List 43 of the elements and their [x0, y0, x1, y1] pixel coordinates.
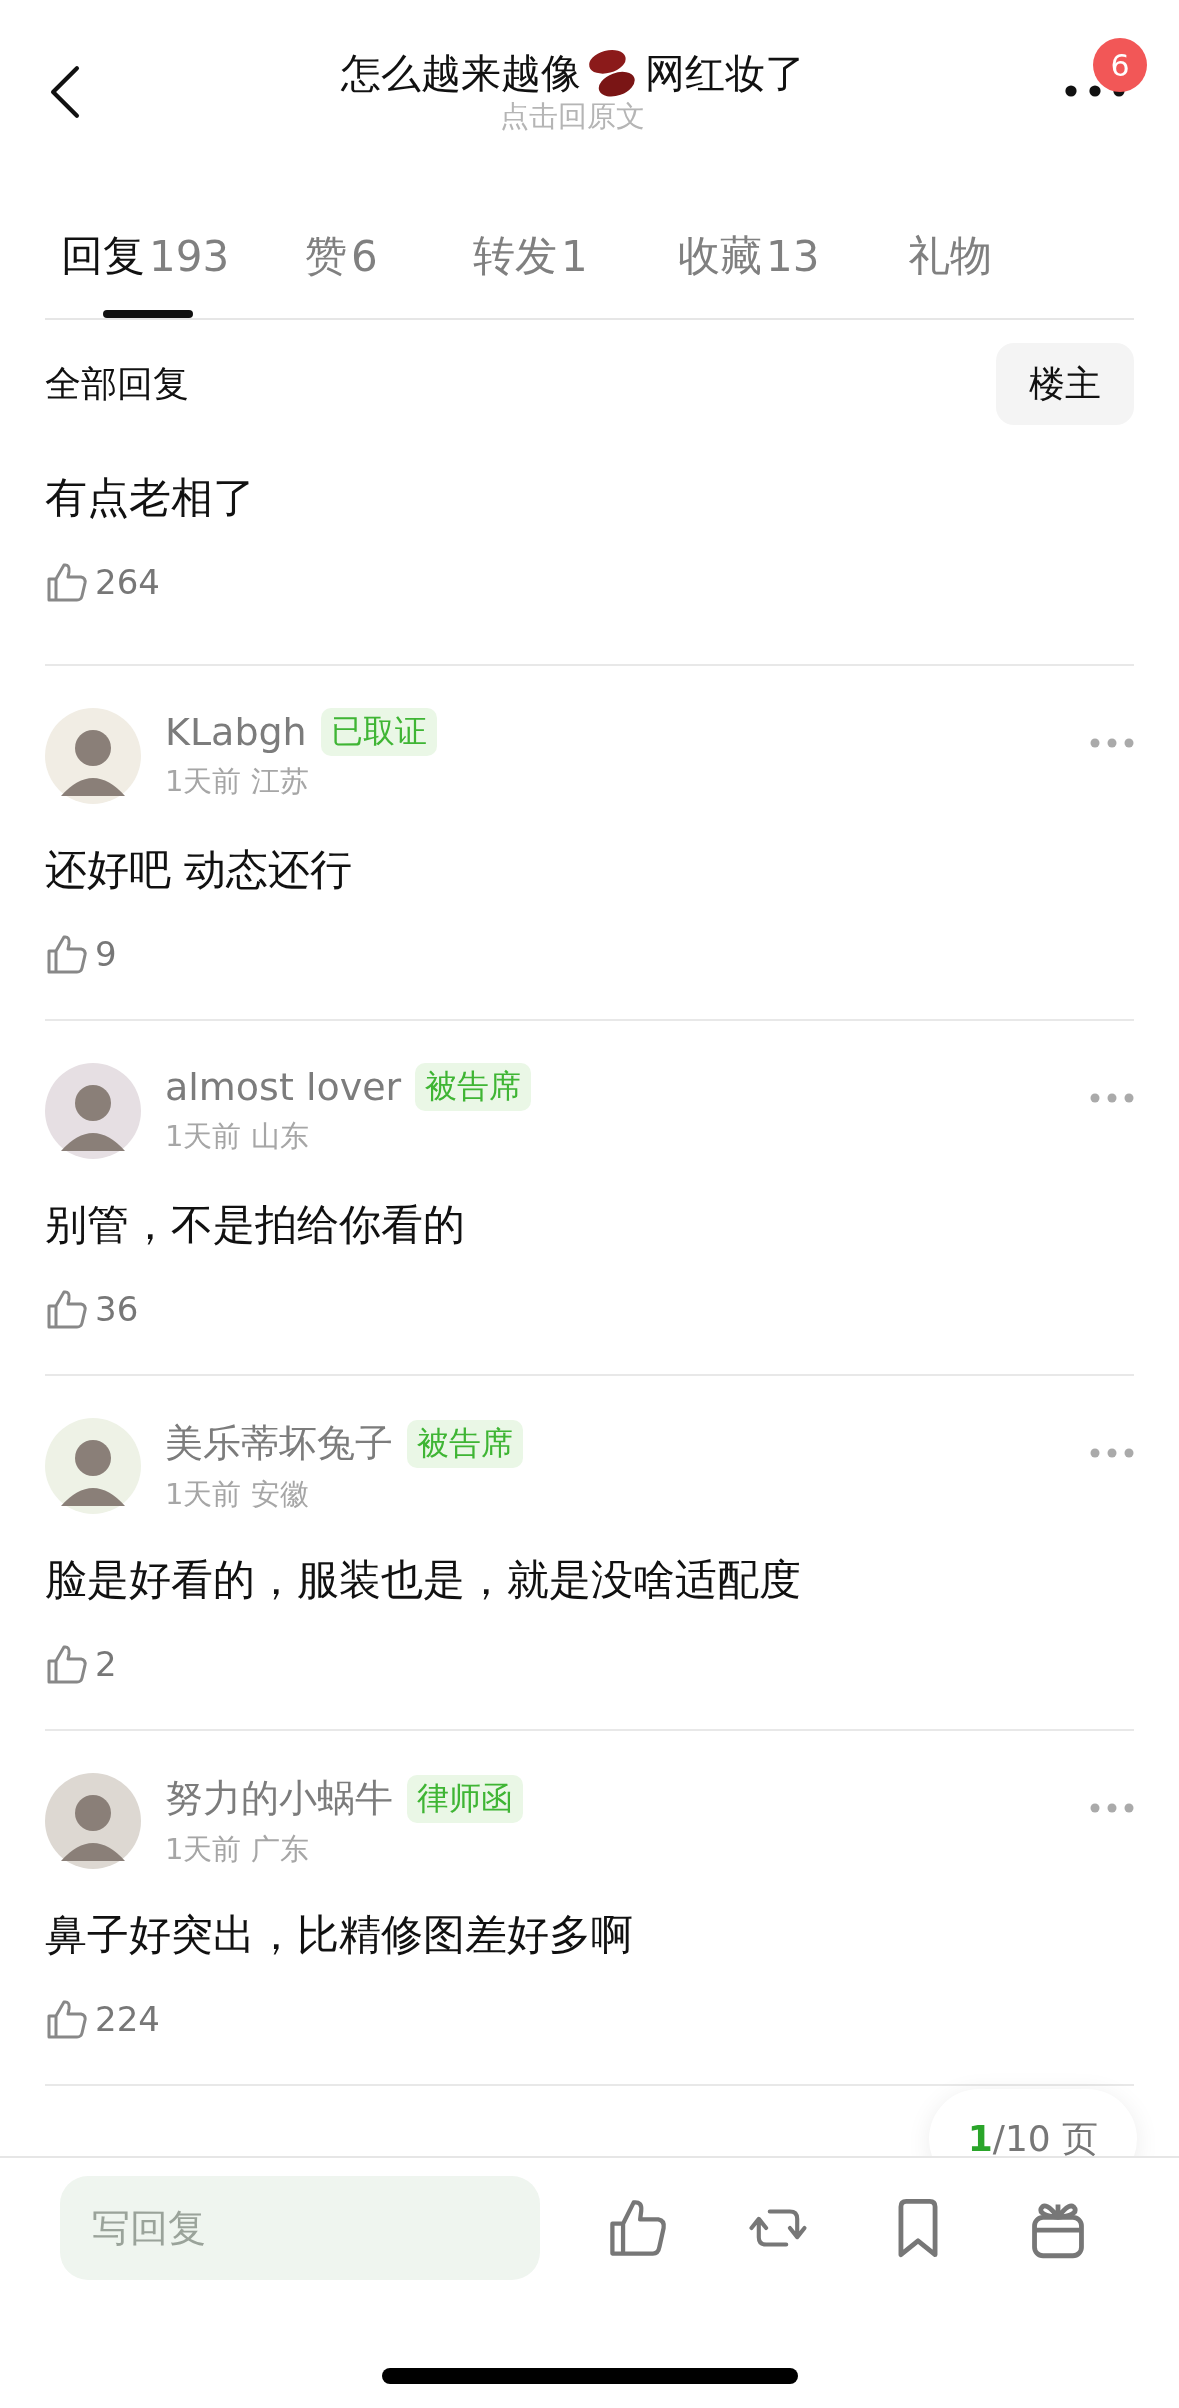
- like-icon[interactable]: [45, 1287, 89, 1331]
- like-icon[interactable]: [45, 560, 89, 604]
- comment-text: 别管，不是拍给你看的: [45, 1199, 466, 1251]
- post-meta: 1天前 广东: [165, 1831, 310, 1868]
- avatar[interactable]: [45, 708, 141, 804]
- comment-text: 还好吧 动态还行: [45, 844, 354, 896]
- comment-text: 脸是好看的，服装也是，就是没啥适配度: [45, 1554, 802, 1606]
- user-tag: 已取证: [320, 708, 437, 756]
- like-count: 9: [95, 934, 117, 974]
- avatar[interactable]: [45, 1773, 141, 1869]
- tab[interactable]: 赞6: [305, 170, 473, 318]
- op-filter-button[interactable]: 楼主: [996, 343, 1134, 425]
- tab[interactable]: 转发 1: [473, 170, 678, 318]
- tab[interactable]: 收藏 13: [678, 170, 908, 318]
- reply-field[interactable]: 写回复: [60, 2176, 540, 2280]
- like-count: 2: [95, 1644, 117, 1684]
- user-tag: 被告席: [415, 1063, 532, 1111]
- user-name[interactable]: 努力的小蜗牛: [165, 1773, 393, 1824]
- like-icon[interactable]: [45, 932, 89, 976]
- post-meta: 1天前 安徽: [165, 1476, 310, 1513]
- avatar[interactable]: [45, 1063, 141, 1159]
- user-name[interactable]: almost lover: [165, 1065, 402, 1109]
- like-icon[interactable]: [45, 1642, 89, 1686]
- comment-text: 鼻子好突出，比精修图差好多啊: [45, 1909, 634, 1961]
- tab[interactable]: 回复 193: [45, 170, 305, 318]
- user-name[interactable]: KLabgh: [165, 710, 307, 754]
- post-meta: 1天前 江苏: [165, 763, 310, 800]
- post-title: 怎么越来越像: [340, 48, 581, 98]
- tab[interactable]: 礼物: [908, 170, 992, 318]
- notification-badge: 6: [1093, 38, 1147, 92]
- comment-text: 有点老相了: [45, 472, 256, 524]
- post-title: 网红妆了: [644, 48, 805, 98]
- user-tag: 律师函: [407, 1774, 523, 1823]
- user-tag: 被告席: [407, 1419, 523, 1468]
- like-count: 264: [95, 562, 160, 602]
- page-indicator[interactable]: 1/10 页: [929, 2089, 1137, 2156]
- post-meta: 1天前 山东: [165, 1118, 310, 1155]
- like-count: 224: [95, 1999, 160, 2039]
- like-icon[interactable]: [45, 1997, 89, 2041]
- avatar[interactable]: [45, 1418, 141, 1514]
- like-count: 36: [95, 1289, 139, 1329]
- all-replies-label: 全部回复: [45, 361, 189, 406]
- user-name[interactable]: 美乐蒂坏兔子: [165, 1418, 393, 1469]
